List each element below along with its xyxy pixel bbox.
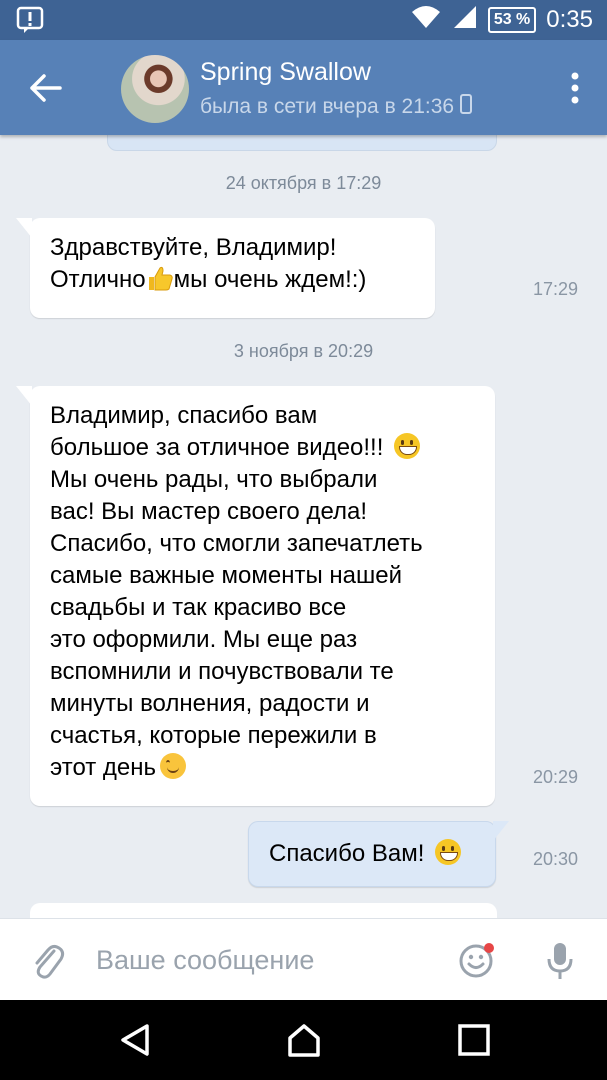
- clock: 0:35: [546, 5, 593, 33]
- message-text: этот день: [50, 754, 157, 781]
- previous-message-bubble: [107, 135, 497, 151]
- mobile-phone-icon: [460, 94, 473, 120]
- alert-notification-icon: [16, 6, 44, 39]
- date-separator: 24 октября в 17:29: [225, 173, 382, 193]
- message-text: счастья, которые пережили в: [50, 722, 377, 749]
- next-message-bubble: [30, 903, 497, 918]
- message-text: большое за отличное видео!!!: [50, 434, 384, 461]
- incoming-message[interactable]: Владимир, спасибо вам большое за отлично…: [16, 386, 495, 806]
- message-text: самые важные моменты нашей: [50, 562, 402, 589]
- message-text: Здравствуйте, Владимир!: [50, 234, 337, 261]
- back-arrow-icon[interactable]: [28, 72, 64, 104]
- last-seen-text: была в сети вчера в 21:36: [200, 95, 455, 118]
- message-time: 20:29: [533, 767, 579, 787]
- message-text: минуты волнения, радости и: [50, 690, 370, 717]
- nav-recents-icon[interactable]: [456, 1022, 492, 1058]
- contact-name[interactable]: Spring Swallow: [200, 58, 371, 87]
- message-text: Спасибо Вам!: [269, 840, 425, 867]
- message-text: Отлично: [50, 266, 146, 293]
- message-input[interactable]: [96, 937, 436, 983]
- message-time: 17:29: [533, 279, 579, 299]
- nav-back-icon[interactable]: [117, 1022, 153, 1058]
- grinning-emoji-icon: [435, 839, 462, 865]
- date-separator: 3 ноября в 20:29: [233, 341, 374, 361]
- status-bar: 53 % 0:35: [0, 0, 607, 40]
- message-text: вас! Вы мастер своего дела!: [50, 498, 368, 525]
- incoming-message[interactable]: Здравствуйте, Владимир! Отлично мы очень …: [16, 218, 435, 318]
- grinning-emoji-icon: [394, 433, 421, 459]
- message-text: Мы очень рады, что выбрали: [50, 466, 378, 493]
- message-text: это оформили. Мы еще раз: [50, 626, 358, 653]
- chat-header: Spring Swallow была в сети вчера в 21:36: [0, 40, 607, 135]
- message-text: Спасибо, что смогли запечатлеть: [50, 530, 423, 557]
- nav-home-icon[interactable]: [286, 1022, 322, 1058]
- message-text-line: Спасибо Вам!: [269, 838, 475, 870]
- message-list[interactable]: 24 октября в 17:29 Здравствуйте, Владими…: [0, 135, 607, 918]
- thumbs-up-icon: [148, 266, 173, 291]
- message-composer: [0, 918, 607, 1000]
- smiling-emoji-icon: [160, 753, 187, 779]
- wifi-icon: [410, 4, 442, 35]
- outgoing-message[interactable]: Спасибо Вам!: [248, 821, 509, 887]
- system-navigation-bar: [0, 1000, 607, 1080]
- message-text: вспомнили и почувствовали те: [50, 658, 394, 685]
- cell-signal-icon: [452, 4, 478, 35]
- message-text: свадьбы и так красиво все: [50, 594, 347, 621]
- more-options-icon[interactable]: [569, 70, 581, 106]
- message-text: Владимир, спасибо вам: [50, 402, 318, 429]
- message-text-line: этот день: [50, 752, 475, 784]
- message-text-line: большое за отличное видео!!!: [50, 432, 475, 464]
- avatar[interactable]: [121, 55, 189, 123]
- message-text-line: Отлично мы очень ждем!:): [50, 264, 415, 296]
- last-seen-status: была в сети вчера в 21:36: [200, 94, 473, 120]
- message-text: мы очень ждем!:): [173, 266, 367, 293]
- emoji-picker-icon[interactable]: [458, 941, 496, 979]
- microphone-icon[interactable]: [546, 941, 574, 981]
- attach-paperclip-icon[interactable]: [30, 941, 66, 981]
- battery-indicator: 53 %: [487, 6, 537, 33]
- message-time: 20:30: [533, 849, 579, 869]
